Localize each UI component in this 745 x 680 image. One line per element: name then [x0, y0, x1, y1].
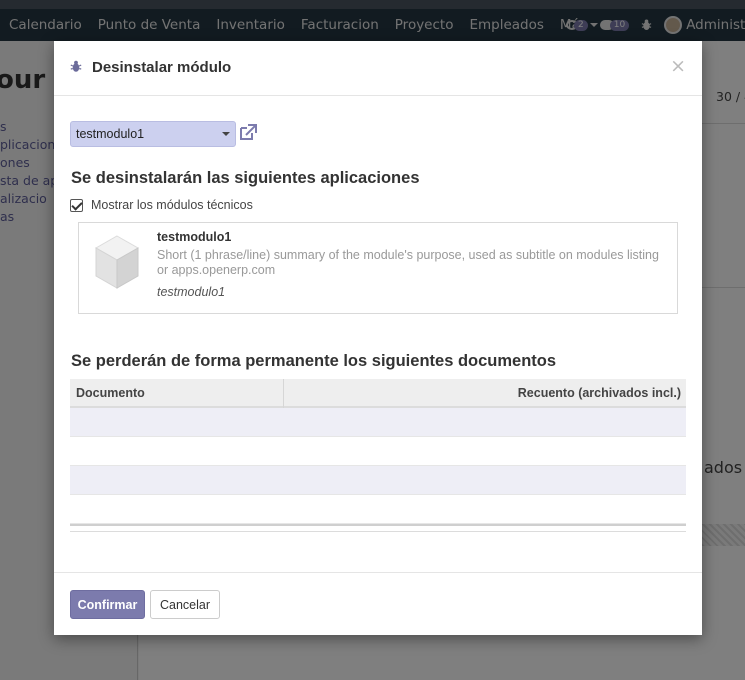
table-row-empty	[70, 495, 686, 524]
column-header-recuento[interactable]: Recuento (archivados incl.)	[518, 386, 681, 400]
uninstall-module-dialog: Desinstalar módulo × testmodulo1 Se desi…	[54, 41, 702, 635]
module-select[interactable]: testmodulo1	[70, 121, 236, 147]
module-cube-icon	[94, 235, 140, 289]
module-name: testmodulo1	[157, 230, 232, 244]
module-technical-name: testmodulo1	[157, 285, 226, 299]
close-icon[interactable]: ×	[670, 55, 686, 77]
chevron-down-icon[interactable]	[222, 132, 230, 136]
table-footer	[70, 524, 686, 532]
module-card[interactable]: testmodulo1 Short (1 phrase/line) summar…	[78, 222, 678, 314]
table-row-empty	[70, 466, 686, 495]
apps-heading: Se desinstalarán las siguientes aplicaci…	[71, 169, 420, 187]
bug-icon	[70, 60, 82, 72]
dialog-header: Desinstalar módulo ×	[54, 41, 702, 96]
column-header-documento[interactable]: Documento	[76, 386, 145, 400]
module-summary: Short (1 phrase/line) summary of the mod…	[157, 248, 659, 277]
module-select-value: testmodulo1	[76, 127, 145, 141]
show-technical-label[interactable]: Mostrar los módulos técnicos	[91, 198, 253, 212]
dialog-footer: Confirmar Cancelar	[54, 572, 702, 635]
documents-table: Documento Recuento (archivados incl.)	[70, 379, 686, 532]
show-technical-checkbox[interactable]	[70, 199, 83, 212]
cancel-button[interactable]: Cancelar	[150, 590, 220, 619]
external-link-icon[interactable]	[238, 123, 258, 141]
table-row-empty	[70, 408, 686, 437]
column-divider	[283, 379, 284, 408]
confirm-button[interactable]: Confirmar	[70, 590, 145, 619]
table-row-empty	[70, 437, 686, 466]
table-header: Documento Recuento (archivados incl.)	[70, 379, 686, 408]
dialog-title: Desinstalar módulo	[92, 59, 232, 76]
documents-heading: Se perderán de forma permanente los sigu…	[71, 352, 557, 370]
